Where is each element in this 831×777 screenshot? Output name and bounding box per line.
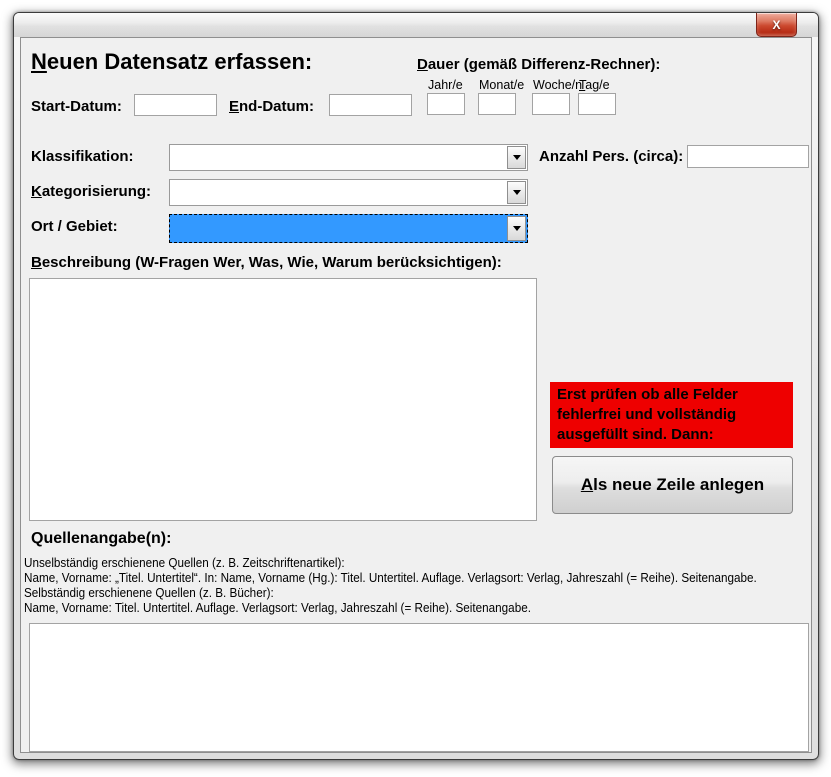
duration-year-field: Jahr/e: [427, 78, 465, 115]
year-input[interactable]: [427, 93, 465, 115]
kategorisierung-combobox[interactable]: [169, 179, 528, 206]
close-icon: X: [772, 19, 780, 31]
week-label: Woche/n: [533, 78, 582, 92]
month-input[interactable]: [478, 93, 516, 115]
warning-note: Erst prüfen ob alle Felder fehlerfrei un…: [550, 382, 793, 448]
day-label: Tag/e: [579, 78, 616, 92]
quellen-hints: Unselbständig erschienene Quellen (z. B.…: [24, 555, 757, 615]
klassifikation-combobox[interactable]: [169, 144, 528, 171]
anzahl-personen-label: Anzahl Pers. (circa):: [539, 148, 683, 165]
beschreibung-textarea[interactable]: [29, 278, 537, 521]
dialog-window: X Neuen Datensatz erfassen: Dauer (gemäß…: [13, 12, 819, 760]
titlebar[interactable]: X: [14, 13, 818, 37]
klassifikation-label: Klassifikation:: [31, 148, 134, 165]
end-date-input[interactable]: [329, 94, 412, 116]
start-date-input[interactable]: [134, 94, 217, 116]
form-heading: Neuen Datensatz erfassen:: [31, 49, 312, 75]
ort-gebiet-dropdown-button[interactable]: [507, 216, 526, 241]
kategorisierung-dropdown-button[interactable]: [507, 181, 526, 204]
close-button[interactable]: X: [756, 13, 797, 37]
quellen-hint-line: Selbständig erschienene Quellen (z. B. B…: [24, 585, 757, 600]
anzahl-personen-input[interactable]: [687, 145, 809, 168]
quellen-hint-line: Name, Vorname: „Titel. Untertitel“. In: …: [24, 570, 757, 585]
week-input[interactable]: [532, 93, 570, 115]
chevron-down-icon: [513, 155, 521, 160]
end-date-label: End-Datum:: [229, 98, 314, 115]
beschreibung-label: Beschreibung (W-Fragen Wer, Was, Wie, Wa…: [31, 254, 502, 271]
ort-gebiet-combobox[interactable]: [169, 214, 528, 243]
submit-button[interactable]: Als neue Zeile anlegen: [552, 456, 793, 514]
duration-day-field: Tag/e: [578, 78, 616, 115]
duration-week-field: Woche/n: [532, 78, 582, 115]
month-label: Monat/e: [479, 78, 524, 92]
chevron-down-icon: [513, 190, 521, 195]
duration-month-field: Monat/e: [478, 78, 524, 115]
klassifikation-dropdown-button[interactable]: [507, 146, 526, 169]
ort-gebiet-label: Ort / Gebiet:: [31, 218, 118, 235]
quellen-hint-line: Name, Vorname: Titel. Untertitel. Auflag…: [24, 600, 757, 615]
dialog-client-area: Neuen Datensatz erfassen: Dauer (gemäß D…: [20, 37, 812, 753]
duration-section-label: Dauer (gemäß Differenz-Rechner):: [417, 56, 660, 73]
year-label: Jahr/e: [428, 78, 465, 92]
chevron-down-icon: [513, 226, 521, 231]
quellen-section-label: Quellenangabe(n):: [31, 530, 171, 548]
day-input[interactable]: [578, 93, 616, 115]
quellen-textarea[interactable]: [29, 623, 809, 752]
start-date-label: Start-Datum:: [31, 98, 122, 115]
quellen-hint-line: Unselbständig erschienene Quellen (z. B.…: [24, 555, 757, 570]
kategorisierung-label: Kategorisierung:: [31, 183, 151, 200]
